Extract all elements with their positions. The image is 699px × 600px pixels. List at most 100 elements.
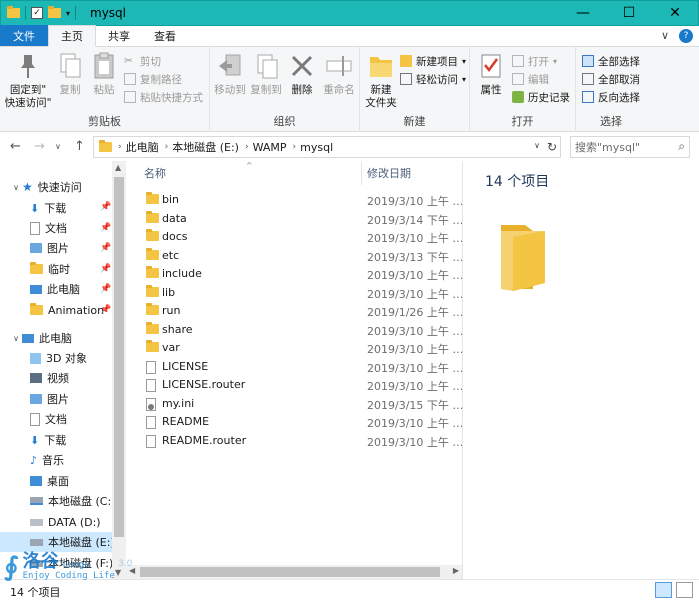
- file-row[interactable]: share 2019/3/10 上午 …: [126, 321, 463, 340]
- forward-arrow-icon[interactable]: →: [34, 139, 45, 154]
- minimize-button[interactable]: —: [560, 1, 606, 25]
- chevron-right-icon[interactable]: ›: [165, 142, 169, 152]
- pin-icon[interactable]: 📌: [100, 284, 111, 294]
- nav-item-temp[interactable]: 临时: [0, 259, 112, 279]
- properties-button[interactable]: 属性: [474, 51, 508, 97]
- file-row[interactable]: bin 2019/3/10 上午 …: [126, 191, 463, 210]
- scroll-up-icon[interactable]: ▲: [115, 163, 121, 172]
- move-to-button[interactable]: 移动到: [212, 51, 248, 97]
- pin-icon[interactable]: 📌: [100, 223, 111, 233]
- nav-item-pictures[interactable]: 图片: [0, 238, 112, 258]
- nav-quick-access[interactable]: ∨ ★ 快速访问: [0, 177, 112, 197]
- paste-shortcut-button[interactable]: 粘贴快捷方式: [124, 88, 203, 106]
- back-arrow-icon[interactable]: ←: [10, 139, 21, 154]
- scrollbar-thumb[interactable]: [114, 177, 124, 537]
- nav-this-pc[interactable]: ∨ 此电脑: [0, 328, 112, 348]
- nav-item-drive-e[interactable]: 本地磁盘 (E:): [0, 532, 112, 552]
- up-arrow-icon[interactable]: ↑: [74, 139, 85, 154]
- rename-button[interactable]: 重命名: [320, 51, 358, 97]
- horizontal-scrollbar[interactable]: ◀ ▶: [126, 565, 462, 579]
- search-icon[interactable]: ⌕: [678, 139, 685, 154]
- chevron-right-icon[interactable]: ›: [293, 142, 297, 152]
- breadcrumb-drive-e[interactable]: 本地磁盘 (E:): [172, 139, 239, 155]
- scrollbar-thumb[interactable]: [140, 567, 440, 577]
- column-header-date[interactable]: 修改日期: [367, 161, 411, 185]
- delete-button[interactable]: 删除: [286, 51, 318, 97]
- chevron-down-icon[interactable]: ∨: [0, 183, 22, 192]
- nav-item-animation[interactable]: Animation: [0, 300, 112, 320]
- file-row[interactable]: include 2019/3/10 上午 …: [126, 265, 463, 284]
- history-button[interactable]: 历史记录: [512, 88, 570, 106]
- nav-scrollbar[interactable]: ▲ ▼: [112, 161, 126, 579]
- tab-file[interactable]: 文件: [0, 25, 48, 46]
- new-folder-button[interactable]: 新建 文件夹: [362, 51, 400, 110]
- breadcrumb-this-pc[interactable]: 此电脑: [126, 139, 159, 155]
- edit-button[interactable]: 编辑: [512, 70, 549, 88]
- file-row[interactable]: README 2019/3/10 上午 …: [126, 413, 463, 432]
- nav-item-downloads[interactable]: ⬇ 下载: [0, 198, 112, 218]
- paste-button[interactable]: 粘贴: [86, 51, 122, 97]
- pin-icon[interactable]: 📌: [100, 202, 111, 212]
- refresh-icon[interactable]: ↻: [547, 140, 557, 154]
- file-row[interactable]: my.ini 2019/3/15 下午 …: [126, 395, 463, 414]
- file-row[interactable]: LICENSE 2019/3/10 上午 …: [126, 358, 463, 377]
- details-view-icon[interactable]: [655, 582, 672, 598]
- expand-ribbon-icon[interactable]: ∨: [661, 29, 669, 43]
- file-row[interactable]: data 2019/3/14 下午 …: [126, 210, 463, 229]
- nav-item-3d-objects[interactable]: 3D 对象: [0, 348, 112, 368]
- pin-icon[interactable]: 📌: [100, 264, 111, 274]
- large-icons-view-icon[interactable]: [676, 582, 693, 598]
- address-bar[interactable]: › 此电脑 › 本地磁盘 (E:) › WAMP › mysql ∨ ↻: [93, 136, 561, 158]
- breadcrumb-mysql[interactable]: mysql: [300, 141, 333, 154]
- close-button[interactable]: ✕: [652, 1, 698, 25]
- file-row[interactable]: etc 2019/3/13 下午 …: [126, 247, 463, 266]
- pin-icon[interactable]: 📌: [100, 243, 111, 253]
- nav-item-drive-d[interactable]: DATA (D:): [0, 512, 112, 532]
- nav-item-desktop[interactable]: 桌面: [0, 471, 112, 491]
- cut-button[interactable]: ✂ 剪切: [124, 52, 161, 70]
- nav-item-documents[interactable]: 文档: [0, 218, 112, 238]
- chevron-down-icon[interactable]: ∨: [0, 334, 22, 343]
- scroll-right-icon[interactable]: ▶: [453, 566, 459, 575]
- open-button[interactable]: 打开 ▾: [512, 52, 557, 70]
- nav-item-downloads-pc[interactable]: ⬇ 下载: [0, 430, 112, 450]
- breadcrumb-wamp[interactable]: WAMP: [253, 141, 287, 154]
- nav-item-documents-pc[interactable]: 文档: [0, 409, 112, 429]
- tab-view[interactable]: 查看: [142, 25, 188, 46]
- file-row[interactable]: LICENSE.router 2019/3/10 上午 …: [126, 376, 463, 395]
- copy-button[interactable]: 复制: [52, 51, 88, 97]
- nav-item-videos[interactable]: 视频: [0, 368, 112, 388]
- chevron-right-icon[interactable]: ›: [118, 142, 122, 152]
- search-input[interactable]: 搜索"mysql" ⌕: [570, 136, 690, 158]
- recent-locations-icon[interactable]: ∨: [55, 142, 61, 151]
- new-item-button[interactable]: 新建项目 ▾: [400, 52, 466, 70]
- column-header-name[interactable]: 名称: [144, 161, 166, 185]
- new-folder-icon[interactable]: [48, 6, 61, 18]
- pin-icon[interactable]: 📌: [100, 305, 111, 315]
- file-row[interactable]: README.router 2019/3/10 上午 …: [126, 432, 463, 451]
- nav-item-music[interactable]: ♪ 音乐: [0, 450, 112, 470]
- select-all-button[interactable]: 全部选择: [582, 52, 640, 70]
- copy-to-button[interactable]: 复制到: [248, 51, 284, 97]
- help-icon[interactable]: ?: [679, 29, 693, 43]
- file-row[interactable]: docs 2019/3/10 上午 …: [126, 228, 463, 247]
- file-row[interactable]: var 2019/3/10 上午 …: [126, 339, 463, 358]
- maximize-button[interactable]: ☐: [606, 1, 652, 25]
- address-dropdown-icon[interactable]: ∨: [534, 141, 540, 150]
- select-none-button[interactable]: 全部取消: [582, 70, 640, 88]
- invert-selection-button[interactable]: 反向选择: [582, 88, 640, 106]
- customize-toolbar-icon[interactable]: ▾: [66, 9, 70, 18]
- tab-home[interactable]: 主页: [48, 25, 96, 47]
- tab-share[interactable]: 共享: [96, 25, 142, 46]
- file-row[interactable]: lib 2019/3/10 上午 …: [126, 284, 463, 303]
- nav-item-this-pc-pinned[interactable]: 此电脑: [0, 279, 112, 299]
- pin-quick-access-button[interactable]: 固定到" 快速访问": [4, 51, 52, 110]
- copy-path-button[interactable]: 复制路径: [124, 70, 182, 88]
- chevron-right-icon[interactable]: ›: [245, 142, 249, 152]
- column-divider[interactable]: [361, 161, 362, 185]
- scroll-down-icon[interactable]: ▼: [115, 568, 121, 577]
- easy-access-button[interactable]: 轻松访问 ▾: [400, 70, 466, 88]
- nav-item-pictures-pc[interactable]: 图片: [0, 389, 112, 409]
- properties-check-icon[interactable]: ✓: [31, 7, 43, 19]
- nav-item-drive-c[interactable]: 本地磁盘 (C:): [0, 491, 112, 511]
